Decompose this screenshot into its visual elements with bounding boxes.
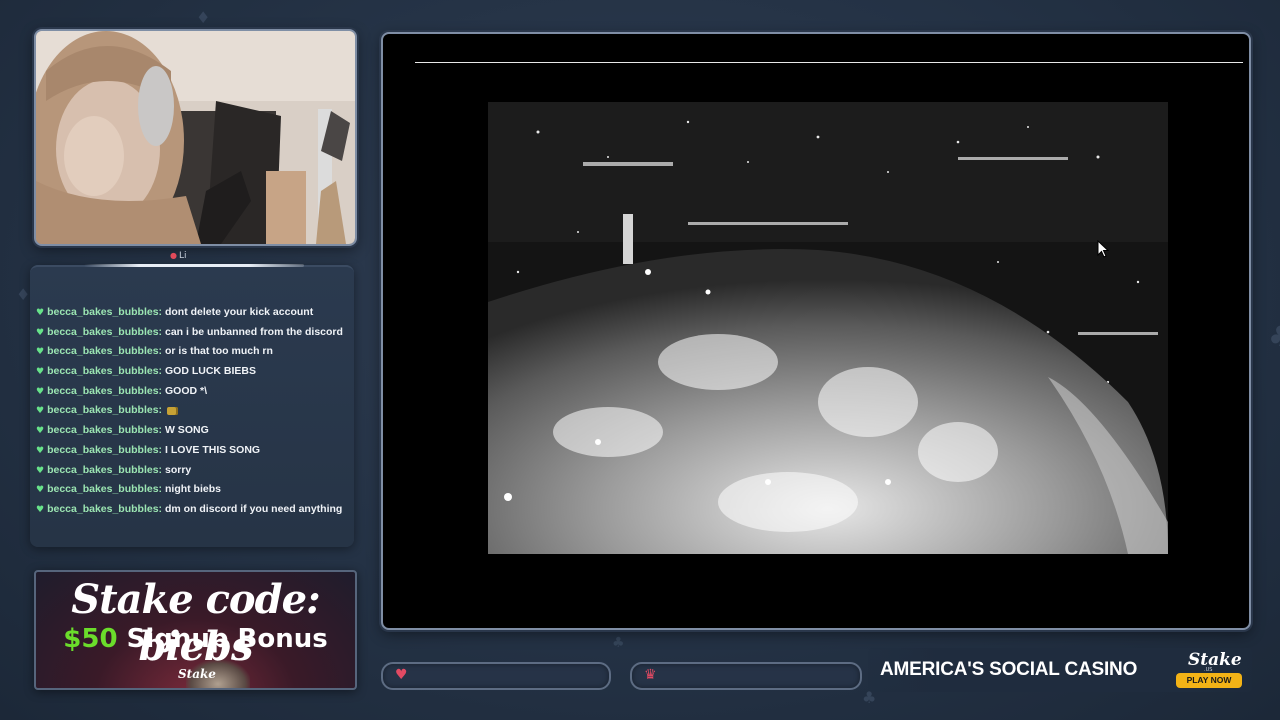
chat-message: ♥ becca_bakes_bubbles: night biebs [36,480,343,500]
heart-icon: ♥ [36,367,45,378]
promo-brand-logo: Stake [178,667,216,681]
chat-username[interactable]: becca_bakes_bubbles: [47,365,162,377]
heart-icon: ♥ [36,465,45,476]
chat-username[interactable]: becca_bakes_bubbles: [47,306,162,318]
chat-message: ♥ becca_bakes_bubbles: dont delete your k… [36,303,343,323]
background-suit-icon: ♦ [196,8,211,27]
chat-message: ♥ becca_bakes_bubbles: GOD LUCK BIEBS [36,362,343,382]
promo-bonus-text: $50 Signup Bonus [36,624,355,654]
heart-icon: ♥ [36,485,45,496]
chat-message-text: can i be unbanned from the discord [164,325,343,338]
heart-icon: ♥ [36,327,45,338]
chat-message-text: GOOD *\ [164,384,207,397]
chat-message: ♥ becca_bakes_bubbles: I LOVE THIS SONG [36,441,343,461]
chat-username[interactable]: becca_bakes_bubbles: [47,444,162,456]
chat-username[interactable]: becca_bakes_bubbles: [47,404,162,416]
video-player[interactable] [381,32,1251,630]
heart-icon: ♥ [36,426,45,437]
chat-message: ♥ becca_bakes_bubbles: dm on discord if y… [36,500,343,520]
chat-message-text: I LOVE THIS SONG [164,443,261,456]
chat-username[interactable]: becca_bakes_bubbles: [47,326,162,338]
chat-message: ♥ becca_bakes_bubbles: can i be unbanned … [36,323,343,343]
chat-username[interactable]: becca_bakes_bubbles: [47,385,162,397]
earth-scene-image [488,102,1168,554]
live-dot-icon: ● [170,251,177,260]
ad-headline: AMERICA'S SOCIAL CASINO [880,659,1138,680]
crown-icon: ♛ [644,667,657,683]
background-suit-icon: ♣ [1268,320,1280,353]
follower-goal-bar: ♥ [381,662,611,690]
play-now-button[interactable]: PLAY NOW [1176,673,1242,688]
webcam-image [36,31,355,244]
subscriber-goal-bar: ♛ [630,662,862,690]
chat-message-list: ♥ becca_bakes_bubbles: dont delete your k… [36,303,343,520]
chat-tab[interactable]: ● Li [170,251,187,261]
heart-icon: ♥ [36,347,45,358]
promo-amount: $50 [63,624,118,654]
chat-username[interactable]: becca_bakes_bubbles: [47,424,162,436]
chat-username[interactable]: becca_bakes_bubbles: [47,345,162,357]
chat-panel: ♥ becca_bakes_bubbles: dont delete your k… [30,265,354,547]
heart-icon: ♥ [36,308,45,318]
chat-message: ♥ becca_bakes_bubbles: W SONG [36,421,343,441]
chat-tab-label: Li [178,251,187,261]
promo-code-text: Stake code: biebs [71,576,321,670]
heart-icon: ♥ [36,406,45,417]
background-suit-icon: ♦ [16,285,31,304]
webcam-feed [34,29,357,246]
chat-message-text: W SONG [164,424,209,437]
casino-ad-banner[interactable]: AMERICA'S SOCIAL CASINO Stake .US PLAY N… [868,648,1252,692]
chat-message: ♥ becca_bakes_bubbles: or is that too muc… [36,342,343,362]
chat-message-text: GOD LUCK BIEBS [164,365,256,378]
ad-brand-logo: Stake [1188,650,1242,670]
heart-icon: ♥ [36,445,45,456]
mouse-cursor-icon [1097,240,1109,258]
chat-message-text: sorry [164,463,192,476]
heart-icon: ♥ [36,504,45,515]
video-progress-line[interactable] [415,62,1243,63]
chat-message-text: dont delete your kick account [164,306,314,318]
chat-tab-underline [84,264,304,267]
video-frame[interactable] [488,102,1168,554]
promo-bonus-label: Signup Bonus [117,624,328,654]
chat-message-text: night biebs [164,483,221,496]
promo-banner[interactable]: Stake code: biebs $50 Signup Bonus Stake [34,570,357,690]
heart-icon: ♥ [395,667,408,683]
chat-message: ♥ becca_bakes_bubbles: GOOD *\ [36,382,343,402]
heart-icon: ♥ [36,386,45,397]
chat-message-text: dm on discord if you need anything [164,502,343,515]
chat-message: ♥ becca_bakes_bubbles: [36,401,343,421]
chat-message-text: or is that too much rn [164,345,273,358]
background-suit-icon: ♣ [612,635,625,651]
chat-username[interactable]: becca_bakes_bubbles: [47,464,162,476]
chat-message: ♥ becca_bakes_bubbles: sorry [36,461,343,481]
chat-username[interactable]: becca_bakes_bubbles: [47,503,162,515]
chat-username[interactable]: becca_bakes_bubbles: [47,483,162,495]
emote-icon [166,406,178,415]
